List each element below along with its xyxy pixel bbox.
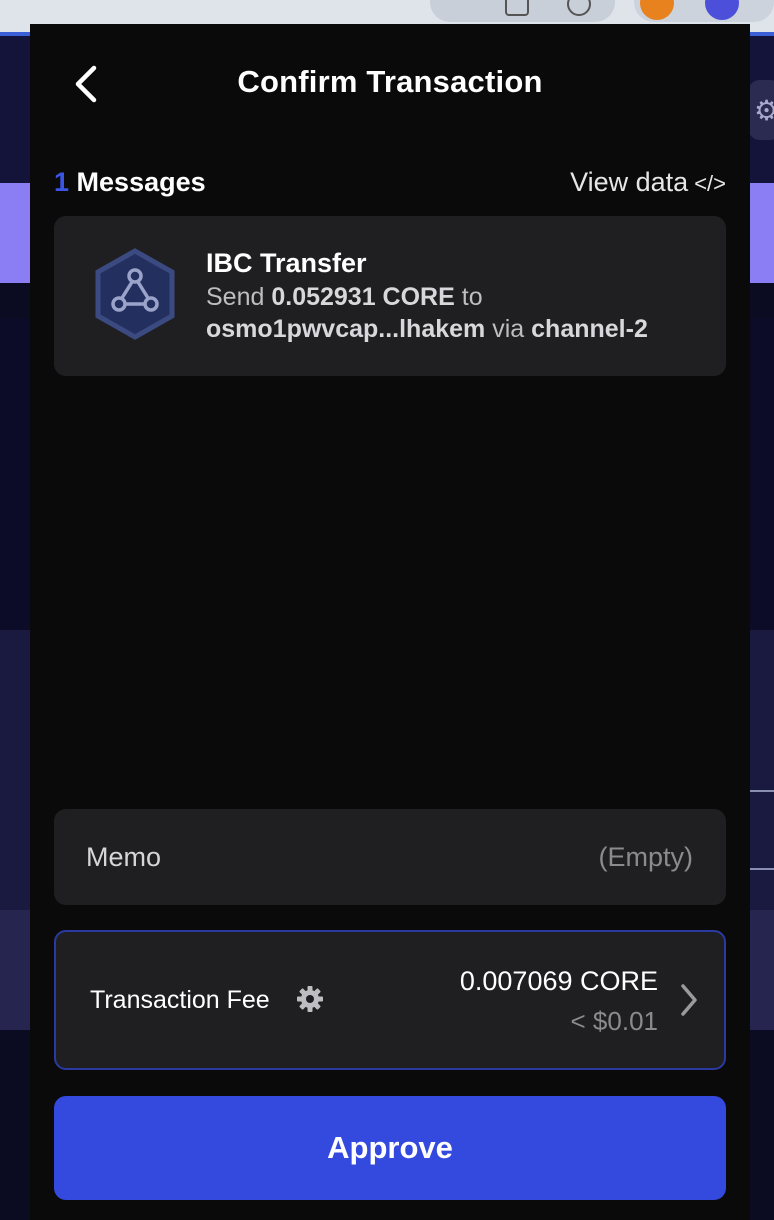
transaction-fee-selector[interactable]: Transaction Fee 0.007069 CORE < $0.01 <box>54 930 726 1070</box>
messages-header: 1 Messages View data </> <box>54 167 726 203</box>
message-recipient-line: osmo1pwvcap...lhakem via channel-2 <box>206 315 648 344</box>
message-card-ibc-transfer: IBC Transfer Send 0.052931 CORE to osmo1… <box>54 216 726 376</box>
send-amount: 0.052931 CORE <box>271 283 455 311</box>
messages-count: 1 <box>54 167 70 197</box>
fee-amount: 0.007069 CORE <box>459 966 658 996</box>
page-title: Confirm Transaction <box>237 64 543 99</box>
approve-button[interactable]: Approve <box>54 1096 726 1200</box>
ibc-transfer-icon <box>95 248 175 340</box>
fee-usd-value: < $0.01 <box>570 1006 658 1036</box>
memo-field[interactable]: Memo (Empty) <box>54 809 726 905</box>
channel-id: channel-2 <box>531 315 648 343</box>
memo-value: (Empty) <box>598 842 694 872</box>
header: Confirm Transaction <box>30 24 750 144</box>
send-word: Send <box>206 283 265 311</box>
via-word: via <box>492 315 525 343</box>
background-gear-icon: ⚙ <box>748 80 774 140</box>
transaction-fee-label: Transaction Fee <box>90 986 270 1014</box>
messages-count-label: 1 Messages <box>54 167 206 198</box>
confirm-transaction-popup: Confirm Transaction 1 Messages View data… <box>30 24 750 1220</box>
bookmark-icon[interactable] <box>505 0 529 16</box>
view-data-label: View data <box>570 167 689 197</box>
memo-label: Memo <box>86 842 162 872</box>
gear-icon[interactable] <box>296 985 324 1013</box>
view-data-button[interactable]: View data </> <box>570 167 726 198</box>
message-title: IBC Transfer <box>206 248 367 278</box>
messages-label: Messages <box>76 167 206 197</box>
code-icon: </> <box>694 171 726 196</box>
to-word: to <box>461 283 483 311</box>
message-send-line: Send 0.052931 CORE to <box>206 283 483 312</box>
chevron-right-icon <box>681 984 697 1016</box>
recipient-address: osmo1pwvcap...lhakem <box>206 315 486 343</box>
